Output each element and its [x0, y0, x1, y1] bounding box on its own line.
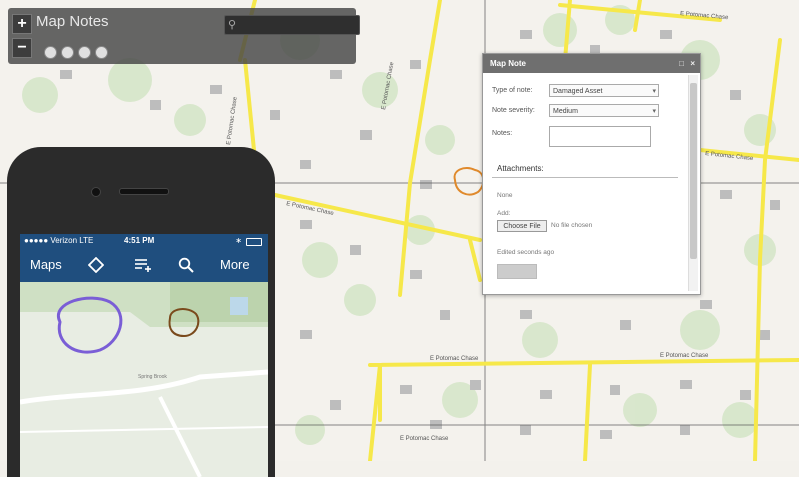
search-icon: ⚲: [228, 19, 237, 31]
clock-text: 4:51 PM: [124, 236, 155, 245]
phone-road-label: Spring Brook: [138, 374, 167, 380]
navigate-diamond-icon[interactable]: [88, 257, 104, 273]
more-button[interactable]: More: [220, 248, 250, 282]
edit-list-icon[interactable]: [134, 257, 152, 273]
type-of-note-label: Type of note:: [492, 87, 533, 94]
choose-file-button[interactable]: Choose File: [497, 220, 547, 232]
note-severity-select[interactable]: Medium ▾: [549, 104, 659, 117]
phone-map[interactable]: Spring Brook: [20, 282, 268, 477]
pan-tool-icon[interactable]: [78, 46, 91, 59]
street-label-5: E Potomac Chase: [660, 353, 709, 359]
maximize-icon[interactable]: □: [679, 54, 684, 73]
type-of-note-select[interactable]: Damaged Asset ▾: [549, 84, 659, 97]
divider: [492, 177, 678, 178]
save-button[interactable]: [497, 264, 537, 279]
phone-nav-bar: Maps More: [20, 248, 268, 282]
point-tool-icon[interactable]: [44, 46, 57, 59]
notes-textarea[interactable]: [549, 126, 651, 147]
type-of-note-value: Damaged Asset: [553, 88, 603, 95]
drawing-tools: [44, 46, 108, 60]
search-icon[interactable]: [178, 257, 194, 273]
zoom-in-button[interactable]: +: [12, 14, 32, 34]
add-label: Add:: [497, 210, 511, 217]
map-note-dialog: Map Note □ × Type of note: Damaged Asset…: [482, 53, 701, 295]
camera-icon: [91, 187, 101, 197]
dialog-scrollbar[interactable]: [688, 75, 698, 291]
close-icon[interactable]: ×: [690, 54, 695, 73]
bluetooth-icon: ∗: [235, 236, 242, 245]
polygon-tool-icon[interactable]: [95, 46, 108, 59]
street-label-4: E Potomac Chase: [430, 356, 479, 362]
phone-screen: ●●●●● Verizon LTE 4:51 PM ∗ Maps More Sp…: [20, 234, 268, 477]
search-input[interactable]: ⚲: [224, 15, 360, 35]
notes-label: Notes:: [492, 130, 513, 137]
map-notes-panel: + − Map Notes ⚲: [8, 8, 360, 64]
note-severity-value: Medium: [553, 108, 578, 115]
no-file-chosen-text: No file chosen: [551, 222, 593, 229]
scroll-thumb[interactable]: [690, 83, 697, 259]
carrier-text: ●●●●● Verizon LTE: [24, 236, 94, 245]
map-notes-title: Map Notes: [36, 13, 109, 30]
chevron-down-icon: ▾: [652, 108, 656, 115]
phone-status-bar: ●●●●● Verizon LTE 4:51 PM ∗: [20, 234, 268, 248]
note-severity-label: Note severity:: [492, 107, 535, 114]
street-label-8: E Potomac Chase: [400, 436, 449, 442]
edited-status-text: Edited seconds ago: [497, 249, 555, 256]
battery-icon: [246, 238, 262, 246]
attachments-none-text: None: [497, 192, 513, 199]
zoom-out-button[interactable]: −: [12, 38, 32, 58]
maps-button[interactable]: Maps: [30, 248, 62, 282]
attachments-title: Attachments:: [497, 164, 544, 173]
dialog-title: Map Note: [490, 59, 526, 68]
line-tool-icon[interactable]: [61, 46, 74, 59]
phone-device: ●●●●● Verizon LTE 4:51 PM ∗ Maps More Sp…: [7, 147, 275, 477]
speaker-grille: [119, 188, 169, 195]
chevron-down-icon: ▾: [652, 88, 656, 95]
dialog-header: Map Note □ ×: [483, 54, 700, 73]
